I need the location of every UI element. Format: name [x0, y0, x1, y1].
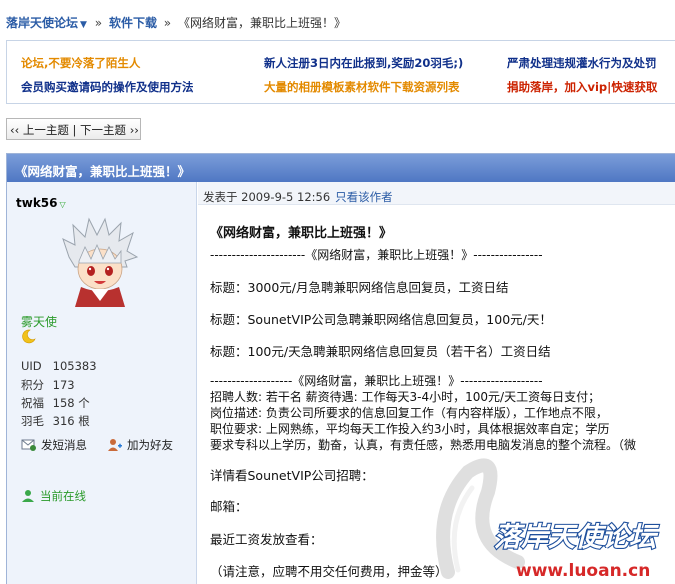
- announcement-link[interactable]: 捐助落岸，加入vip|快速获取: [507, 79, 657, 95]
- dropdown-arrow-icon[interactable]: ▼: [80, 20, 87, 30]
- online-status: 当前在线: [21, 488, 86, 504]
- post-line: 邮箱：: [210, 499, 248, 514]
- only-author-link[interactable]: 只看该作者: [335, 190, 393, 204]
- post-meta: 发表于 2009-9-5 12:56 只看该作者: [198, 182, 675, 205]
- breadcrumb-section-link[interactable]: 软件下载: [109, 16, 157, 30]
- post-divider: -------------------《网络财富，兼职比上班强！》-------…: [210, 374, 543, 388]
- author-sidebar: twk56 ▽ 雾天使 UID 105383 积分 173 祝福 158 个 羽…: [7, 182, 197, 584]
- breadcrumb: 落岸天使论坛 ▼ » 软件下载 » 《网络财富，兼职比上班强！》: [6, 14, 346, 31]
- announcement-link[interactable]: 会员购买邀请码的操作及使用方法: [21, 79, 194, 95]
- breadcrumb-forum-link[interactable]: 落岸天使论坛: [6, 16, 78, 30]
- watermark-url: www.luoan.cn: [516, 561, 650, 581]
- breadcrumb-separator: »: [94, 16, 103, 30]
- announcement-link[interactable]: 大量的相册模板素材软件下载资源列表: [264, 79, 460, 95]
- add-friend-icon: [108, 439, 122, 451]
- post-heading: 《网络财富，兼职比上班强！》: [210, 226, 393, 241]
- post-divider: ----------------------《网络财富，兼职比上班强！》----…: [210, 248, 543, 262]
- announcement-box: 论坛,不要冷落了陌生人 新人注册3日内在此报到,奖励20羽毛;) 严肃处理违规灌…: [6, 40, 675, 104]
- stat-uid: UID 105383: [21, 359, 97, 373]
- message-icon: [21, 439, 36, 451]
- thread-nav: ‹‹ 上一主题 | 下一主题 ››: [6, 118, 141, 140]
- breadcrumb-separator: »: [163, 16, 172, 30]
- user-online-icon: [22, 490, 34, 502]
- post-date: 发表于 2009-9-5 12:56: [203, 190, 331, 204]
- post-content: 发表于 2009-9-5 12:56 只看该作者 《网络财富，兼职比上班强！》 -…: [198, 182, 675, 584]
- next-thread-link[interactable]: 下一主题 ››: [80, 123, 139, 137]
- user-title: 雾天使: [21, 315, 58, 329]
- post-line: 标题：100元/天急聘兼职网络信息回复员（若干名）工资日结: [210, 344, 551, 359]
- forum-watermark: 落岸天使论坛 www.luoan.cn: [436, 458, 660, 581]
- caret-down-icon[interactable]: ▽: [60, 200, 66, 209]
- moon-rank-icon: [22, 329, 36, 344]
- watermark-title: 落岸天使论坛: [494, 522, 659, 553]
- post-line: 岗位描述: 负责公司所要求的信息回复工作（有内容样版），工作地点不限，: [210, 406, 608, 420]
- breadcrumb-current: 《网络财富，兼职比上班强！》: [177, 16, 346, 30]
- announcement-link[interactable]: 新人注册3日内在此报到,奖励20羽毛;): [264, 55, 463, 71]
- post-line: 招聘人数: 若干名 薪资待遇: 工作每天3-4小时，100元/天工资每日支付；: [210, 390, 601, 404]
- prev-thread-link[interactable]: ‹‹ 上一主题: [10, 123, 69, 137]
- author-name[interactable]: twk56 ▽: [16, 196, 66, 210]
- send-message-button[interactable]: 发短消息: [21, 437, 87, 453]
- post-line: 最近工资发放查看：: [210, 532, 323, 547]
- stat-blessing: 祝福 158 个: [21, 396, 90, 410]
- post-title-bar: 《网络财富，兼职比上班强！》: [7, 154, 675, 182]
- post-line: 详情看SounetVIP公司招聘：: [210, 468, 374, 483]
- thread-nav-divider: |: [72, 123, 77, 137]
- add-friend-button[interactable]: 加为好友: [107, 437, 173, 453]
- stat-points: 积分 173: [21, 378, 75, 392]
- post-line: 标题：SounetVIP公司急聘兼职网络信息回复员，100元/天！: [210, 312, 552, 327]
- post-line: 要求专科以上学历，勤奋，认真，有责任感，熟悉用电脑发消息的整个流程。（微: [210, 438, 637, 452]
- announcement-link[interactable]: 严肃处理违规灌水行为及处罚: [507, 55, 657, 71]
- avatar[interactable]: [61, 217, 139, 307]
- post: 《网络财富，兼职比上班强！》 twk56 ▽ 雾天使 UID 105383 积分…: [6, 153, 675, 584]
- stat-feathers: 羽毛 316 根: [21, 414, 90, 428]
- announcement-link[interactable]: 论坛,不要冷落了陌生人: [21, 55, 140, 71]
- post-line: （请注意，应聘不用交任何费用，押金等）: [210, 564, 448, 579]
- post-line: 标题：3000元/月急聘兼职网络信息回复员，工资日结: [210, 280, 509, 295]
- post-line: 职位要求: 上网熟练，平均每天工作投入约3小时，具体根据效率自定；学历: [210, 422, 610, 436]
